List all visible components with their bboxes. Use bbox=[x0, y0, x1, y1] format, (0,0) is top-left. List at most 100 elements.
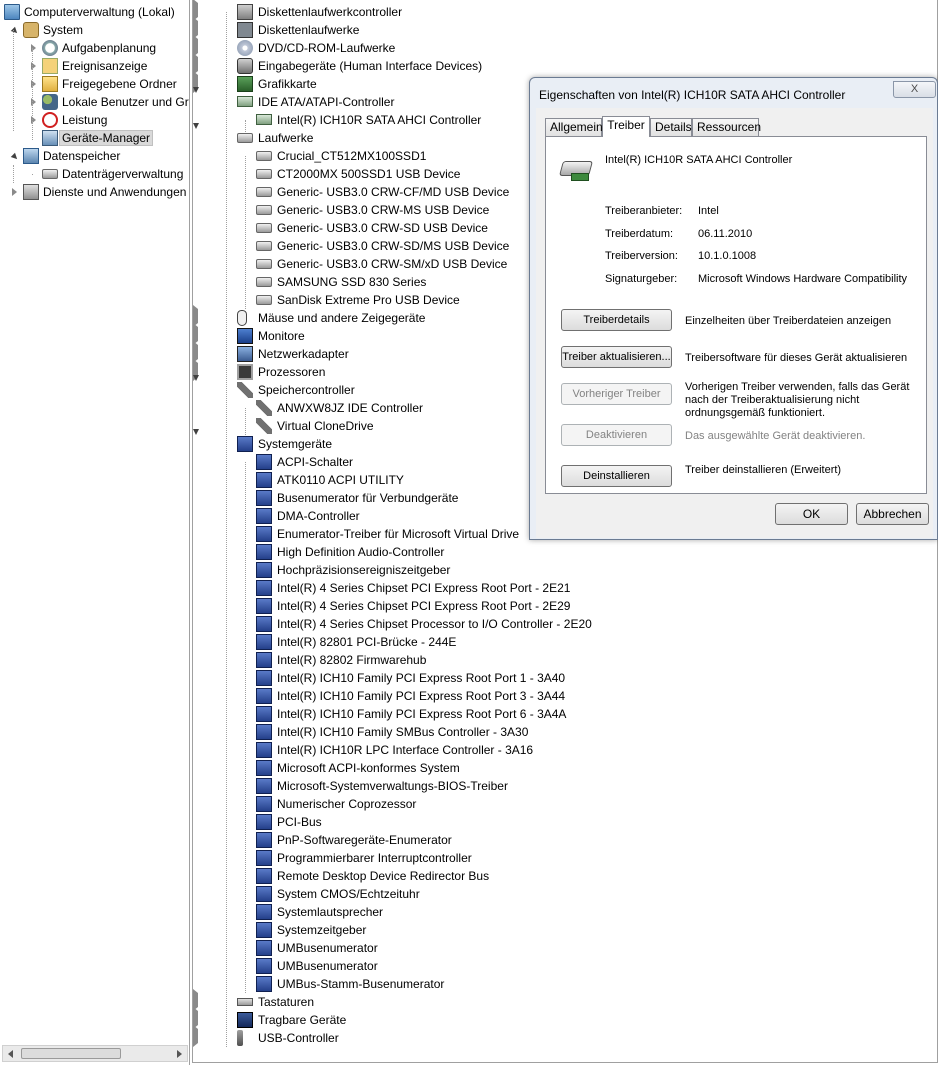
disk-drive-icon bbox=[256, 187, 272, 197]
ok-button[interactable]: OK bbox=[775, 503, 848, 525]
console-tree-item-aufgabenplanung[interactable]: Aufgabenplanung bbox=[0, 39, 189, 57]
device-item-systemzeitgeber[interactable]: Systemzeitgeber bbox=[193, 921, 937, 939]
device-category-eingabegeräte-human-interface-devices[interactable]: Eingabegeräte (Human Interface Devices) bbox=[193, 53, 937, 75]
device-tree-item-label: PnP-Softwaregeräte-Enumerator bbox=[277, 833, 452, 847]
device-tree-item-label: Prozessoren bbox=[258, 365, 326, 379]
device-item-umbusenumerator[interactable]: UMBusenumerator bbox=[193, 939, 937, 957]
device-item-pci-bus[interactable]: PCI-Bus bbox=[193, 813, 937, 831]
device-item-intel-r-4-series-chipset-processor-to-i-o-controller-2e20[interactable]: Intel(R) 4 Series Chipset Processor to I… bbox=[193, 615, 937, 633]
device-category-diskettenlaufwerke[interactable]: Diskettenlaufwerke bbox=[193, 17, 937, 39]
device-tree-item-label: Tragbare Geräte bbox=[258, 1013, 347, 1027]
device-item-high-definition-audio-controller[interactable]: High Definition Audio-Controller bbox=[193, 543, 937, 561]
console-tree-item-ereignisanzeige[interactable]: Ereignisanzeige bbox=[0, 57, 189, 75]
tab-treiber[interactable]: Treiber bbox=[602, 116, 650, 137]
console-tree-item-freigegebene-ordner[interactable]: Freigegebene Ordner bbox=[0, 75, 189, 93]
device-item-intel-r-ich10r-lpc-interface-controller-3a16[interactable]: Intel(R) ICH10R LPC Interface Controller… bbox=[193, 741, 937, 759]
device-tree-item-label: Generic- USB3.0 CRW-SD/MS USB Device bbox=[277, 239, 510, 253]
device-category-diskettenlaufwerkcontroller[interactable]: Diskettenlaufwerkcontroller bbox=[193, 0, 937, 21]
console-tree: Computerverwaltung (Lokal) System Aufgaben… bbox=[0, 3, 189, 201]
device-item-programmierbarer-interruptcontroller[interactable]: Programmierbarer Interruptcontroller bbox=[193, 849, 937, 867]
console-tree-item-geräte-manager[interactable]: Geräte-Manager bbox=[0, 129, 189, 147]
device-tree-item-label: Intel(R) ICH10R SATA AHCI Controller bbox=[277, 113, 482, 127]
dialog-body: Allgemein Treiber Details Ressourcen Int… bbox=[536, 108, 933, 538]
device-tree-item-label: Systemgeräte bbox=[258, 437, 333, 451]
device-item-intel-r-82802-firmwarehub[interactable]: Intel(R) 82802 Firmwarehub bbox=[193, 651, 937, 669]
tab-allgemein[interactable]: Allgemein bbox=[545, 118, 603, 136]
device-tree-item-label: DVD/CD-ROM-Laufwerke bbox=[258, 41, 396, 55]
driver-tab-panel: Intel(R) ICH10R SATA AHCI Controller Tre… bbox=[545, 136, 927, 494]
tree-guide-line bbox=[245, 156, 246, 309]
device-item-hochpräzisionsereigniszeitgeber[interactable]: Hochpräzisionsereigniszeitgeber bbox=[193, 561, 937, 579]
tab-ressourcen[interactable]: Ressourcen bbox=[692, 118, 761, 136]
device-item-intel-r-ich10-family-pci-express-root-port-3-3a44[interactable]: Intel(R) ICH10 Family PCI Express Root P… bbox=[193, 687, 937, 705]
scroll-right-arrow-icon[interactable] bbox=[177, 1050, 182, 1058]
expand-arrow-down-icon[interactable] bbox=[193, 123, 199, 143]
system-device-icon bbox=[256, 490, 272, 506]
device-tree-item-label: Virtual CloneDrive bbox=[277, 419, 374, 433]
device-tree-item-label: Microsoft ACPI-konformes System bbox=[277, 761, 460, 775]
device-item-umbus-stamm-busenumerator[interactable]: UMBus-Stamm-Busenumerator bbox=[193, 975, 937, 993]
update-driver-button[interactable]: Treiber aktualisieren... bbox=[561, 346, 672, 368]
tree-guide-line bbox=[13, 165, 14, 183]
device-tree-item-label: Intel(R) ICH10 Family PCI Express Root P… bbox=[277, 689, 566, 703]
console-tree-item-datenspeicher[interactable]: Datenspeicher bbox=[0, 147, 189, 165]
disable-device-button[interactable]: Deaktivieren bbox=[561, 424, 672, 446]
storage-controller-icon bbox=[256, 418, 272, 434]
expand-arrow-right-icon[interactable] bbox=[12, 188, 17, 196]
device-item-intel-r-4-series-chipset-pci-express-root-port-2e21[interactable]: Intel(R) 4 Series Chipset PCI Express Ro… bbox=[193, 579, 937, 597]
disk-drive-icon bbox=[256, 295, 272, 305]
device-category-dvd-cd-rom-laufwerke[interactable]: DVD/CD-ROM-Laufwerke bbox=[193, 35, 937, 57]
tab-details[interactable]: Details bbox=[650, 118, 692, 136]
disable-device-description: Das ausgewählte Gerät deaktivieren. bbox=[685, 430, 866, 442]
dialog-close-button[interactable]: X bbox=[893, 81, 936, 98]
device-category-usb-controller[interactable]: USB-Controller bbox=[193, 1025, 937, 1047]
device-tree-item-label: Hochpräzisionsereigniszeitgeber bbox=[277, 563, 451, 577]
console-tree-item-dienste-und-anwendungen[interactable]: Dienste und Anwendungen bbox=[0, 183, 189, 201]
expand-arrow-right-icon[interactable] bbox=[193, 1025, 198, 1047]
device-item-intel-r-ich10-family-pci-express-root-port-6-3a4a[interactable]: Intel(R) ICH10 Family PCI Express Root P… bbox=[193, 705, 937, 723]
device-item-intel-r-ich10-family-smbus-controller-3a30[interactable]: Intel(R) ICH10 Family SMBus Controller -… bbox=[193, 723, 937, 741]
device-item-intel-r-4-series-chipset-pci-express-root-port-2e29[interactable]: Intel(R) 4 Series Chipset PCI Express Ro… bbox=[193, 597, 937, 615]
console-tree-item-lokale-benutzer-und-gru[interactable]: Lokale Benutzer und Gru bbox=[0, 93, 189, 111]
expand-arrow-down-icon[interactable] bbox=[10, 152, 20, 162]
system-device-icon bbox=[256, 796, 272, 812]
expand-arrow-down-icon[interactable] bbox=[193, 87, 199, 107]
close-icon: X bbox=[910, 83, 919, 95]
system-device-icon bbox=[256, 742, 272, 758]
device-item-intel-r-ich10-family-pci-express-root-port-1-3a40[interactable]: Intel(R) ICH10 Family PCI Express Root P… bbox=[193, 669, 937, 687]
expand-arrow-down-icon[interactable] bbox=[193, 429, 199, 449]
system-device-icon bbox=[256, 562, 272, 578]
roll-back-driver-button[interactable]: Vorheriger Treiber bbox=[561, 383, 672, 405]
device-category-tastaturen[interactable]: Tastaturen bbox=[193, 989, 937, 1011]
cancel-button[interactable]: Abbrechen bbox=[856, 503, 929, 525]
driver-date-value: 06.11.2010 bbox=[698, 228, 753, 240]
device-item-numerischer-coprozessor[interactable]: Numerischer Coprozessor bbox=[193, 795, 937, 813]
console-tree-item-system[interactable]: System bbox=[0, 21, 189, 39]
uninstall-driver-button[interactable]: Deinstallieren bbox=[561, 465, 672, 487]
device-item-system-cmos-echtzeituhr[interactable]: System CMOS/Echtzeituhr bbox=[193, 885, 937, 903]
device-tree-item-label: Intel(R) 4 Series Chipset PCI Express Ro… bbox=[277, 581, 571, 595]
system-device-icon bbox=[256, 598, 272, 614]
device-item-remote-desktop-device-redirector-bus[interactable]: Remote Desktop Device Redirector Bus bbox=[193, 867, 937, 885]
console-tree-item-leistung[interactable]: Leistung bbox=[0, 111, 189, 129]
console-tree-horizontal-scrollbar[interactable] bbox=[2, 1045, 188, 1062]
console-tree-item-label: Ereignisanzeige bbox=[62, 59, 148, 73]
console-tree-item-computerverwaltung-lokal[interactable]: Computerverwaltung (Lokal) bbox=[0, 3, 189, 21]
storage-controller-icon bbox=[237, 382, 253, 398]
disk-drive-icon bbox=[256, 259, 272, 269]
device-item-systemlautsprecher[interactable]: Systemlautsprecher bbox=[193, 903, 937, 921]
system-device-icon bbox=[256, 904, 272, 920]
device-item-pnp-softwaregeräte-enumerator[interactable]: PnP-Softwaregeräte-Enumerator bbox=[193, 831, 937, 849]
ide-controller-icon bbox=[237, 96, 253, 107]
expand-arrow-down-icon[interactable] bbox=[193, 375, 199, 395]
device-item-umbusenumerator[interactable]: UMBusenumerator bbox=[193, 957, 937, 975]
device-item-intel-r-82801-pci-brücke-244e[interactable]: Intel(R) 82801 PCI-Brücke - 244E bbox=[193, 633, 937, 651]
scrollbar-thumb[interactable] bbox=[21, 1048, 121, 1059]
device-item-microsoft-acpi-konformes-system[interactable]: Microsoft ACPI-konformes System bbox=[193, 759, 937, 777]
scroll-left-arrow-icon[interactable] bbox=[8, 1050, 13, 1058]
driver-details-button[interactable]: Treiberdetails bbox=[561, 309, 672, 331]
console-tree-item-datenträgerverwaltung[interactable]: Datenträgerverwaltung bbox=[0, 165, 189, 183]
device-item-microsoft-systemverwaltungs-bios-treiber[interactable]: Microsoft-Systemverwaltungs-BIOS-Treiber bbox=[193, 777, 937, 795]
console-tree-item-label: Leistung bbox=[62, 113, 108, 127]
device-category-tragbare-geräte[interactable]: Tragbare Geräte bbox=[193, 1007, 937, 1029]
